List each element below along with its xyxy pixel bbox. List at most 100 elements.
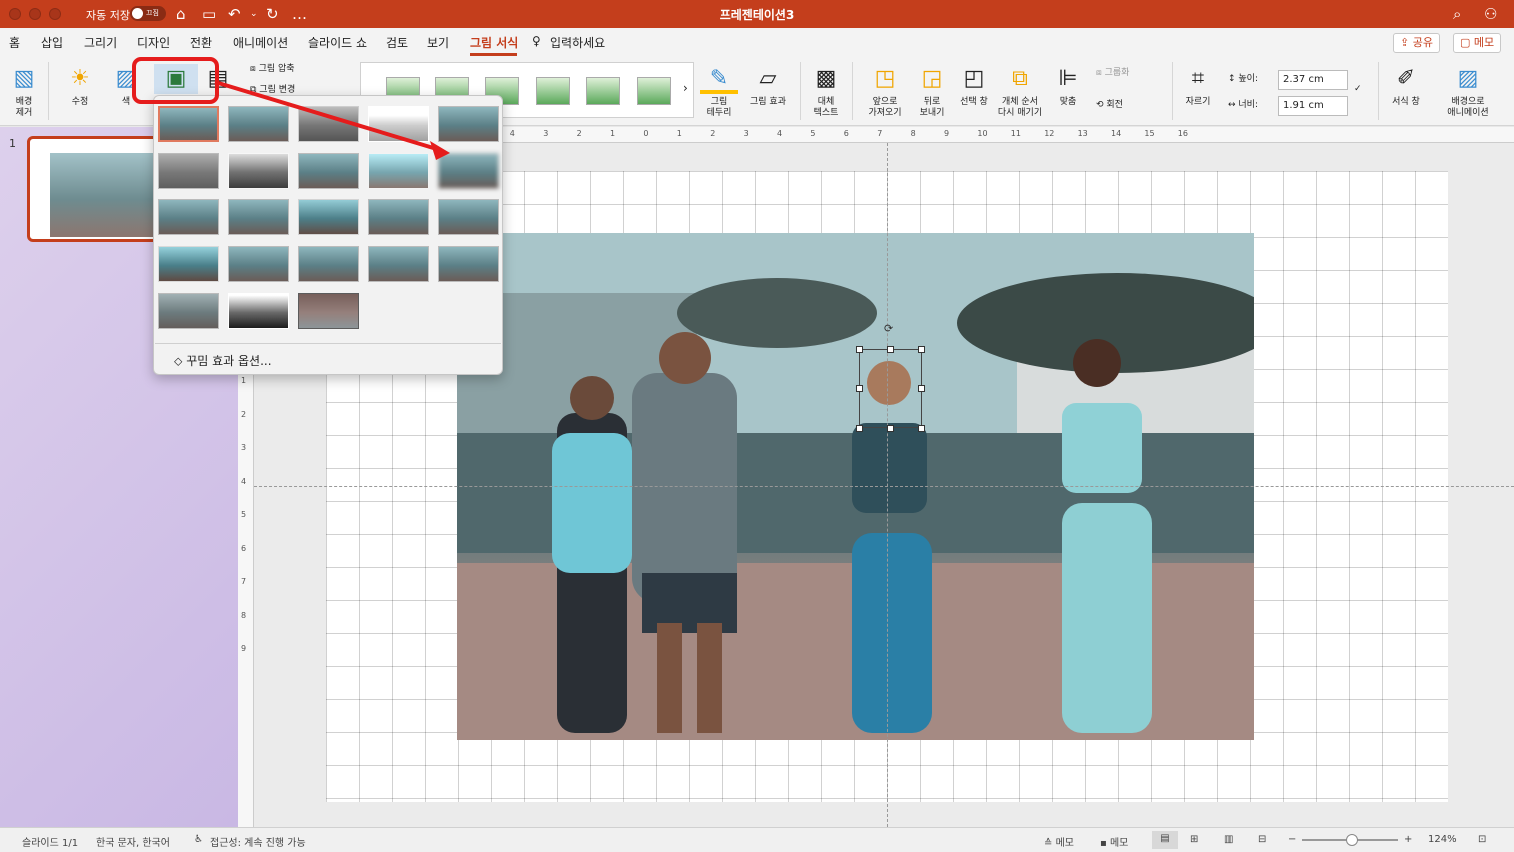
- language-status[interactable]: 한국 문자, 한국어: [96, 834, 170, 849]
- ruler-tick-label: 13: [1077, 129, 1088, 138]
- effect-photocopy[interactable]: [228, 293, 289, 329]
- rotate-button[interactable]: ⟲ 회전: [1096, 100, 1123, 111]
- resize-handle-b[interactable]: [887, 425, 894, 432]
- picture-style-5[interactable]: [586, 77, 620, 105]
- artistic-effects-options[interactable]: ⬦ 꾸밈 효과 옵션...: [174, 352, 272, 369]
- change-picture-icon: ⧉: [250, 85, 260, 95]
- zoom-level[interactable]: 124%: [1428, 834, 1457, 845]
- effect-plastic-wrap[interactable]: [438, 246, 499, 282]
- comments-button[interactable]: ▢ 메모: [1453, 33, 1502, 53]
- tab-draw[interactable]: 그리기: [84, 34, 117, 51]
- fit-to-window-icon[interactable]: ⊡: [1478, 834, 1486, 845]
- picture-style-6[interactable]: [637, 77, 671, 105]
- width-field[interactable]: 1.91 cm: [1278, 96, 1348, 116]
- effect-glow-diffused[interactable]: [368, 153, 429, 189]
- ribbon-tab-bar: 홈 삽입 그리기 디자인 전환 애니메이션 슬라이드 쇼 검토 보기 그림 서식…: [0, 28, 1514, 56]
- crop-icon: ⌗: [1191, 66, 1205, 91]
- effect-texturizer[interactable]: [228, 246, 289, 282]
- vertical-guide[interactable]: [887, 143, 888, 827]
- selection-pane-button[interactable]: ◰ 선택 창: [956, 64, 992, 108]
- effect-paint-brush[interactable]: [298, 153, 359, 189]
- effect-cutout[interactable]: [158, 293, 219, 329]
- tab-view[interactable]: 보기: [427, 34, 449, 51]
- effect-film-grain[interactable]: [298, 199, 359, 235]
- tab-picture-format[interactable]: 그림 서식: [470, 34, 518, 51]
- resize-handle-br[interactable]: [918, 425, 925, 432]
- tab-slideshow[interactable]: 슬라이드 쇼: [308, 34, 367, 51]
- slideshow-icon[interactable]: ⊟: [1258, 834, 1266, 845]
- selected-image-frame[interactable]: [859, 349, 922, 428]
- bring-forward-button[interactable]: ◳ 앞으로 가져오기: [862, 64, 908, 119]
- notes-icon: ≙: [1044, 838, 1056, 849]
- effect-watercolor-sponge[interactable]: [228, 199, 289, 235]
- ruler-tick-label: 1: [241, 376, 247, 385]
- picture-border-button[interactable]: ✎ 그림 테두리: [700, 64, 738, 119]
- chevron-right-icon[interactable]: ›: [683, 81, 688, 95]
- zoom-slider-thumb[interactable]: [1346, 834, 1358, 846]
- crop-button[interactable]: ⌗ 자르기: [1180, 64, 1216, 108]
- effect-none[interactable]: [158, 106, 219, 142]
- picture-effects-button[interactable]: ▱ 그림 효과: [746, 64, 790, 108]
- share-people-icon[interactable]: ⚇: [1484, 4, 1497, 24]
- ruler-tick-label: 9: [944, 129, 950, 138]
- animate-as-background-button[interactable]: ▨ 배경으로 애니메이션: [1440, 64, 1496, 119]
- effect-light-screen[interactable]: [158, 199, 219, 235]
- reorder-objects-button[interactable]: ⧉ 개체 순서 다시 매기기: [994, 64, 1046, 119]
- align-button[interactable]: ⊫ 맞춤: [1050, 64, 1086, 108]
- effect-blur[interactable]: [438, 153, 499, 189]
- resize-handle-tr[interactable]: [918, 346, 925, 353]
- effect-paint-strokes[interactable]: [228, 153, 289, 189]
- reading-view-icon[interactable]: ▥: [1224, 834, 1233, 845]
- alt-text-button[interactable]: ▩ 대체 텍스트: [808, 64, 844, 119]
- height-field[interactable]: 2.37 cm: [1278, 70, 1348, 90]
- effect-mosaic-bubbles[interactable]: [368, 199, 429, 235]
- effect-pencil-sketch[interactable]: [368, 106, 429, 142]
- tab-insert[interactable]: 삽입: [41, 34, 63, 51]
- format-pane-button[interactable]: ✐ 서식 창: [1386, 64, 1426, 108]
- search-icon[interactable]: ⌕: [1453, 4, 1461, 24]
- title-bar: 자동 저장 끄짐 ⌂ ▭ ↶ ⌄ ↻ … 프레젠테이션3 ⌕ ⚇: [0, 0, 1514, 28]
- effect-pastels-smooth[interactable]: [368, 246, 429, 282]
- effect-marker[interactable]: [228, 106, 289, 142]
- ruler-tick-label: 3: [543, 129, 549, 138]
- ruler-tick-label: 1: [610, 129, 616, 138]
- picture-style-4[interactable]: [536, 77, 570, 105]
- ruler-tick-label: 1: [676, 129, 682, 138]
- slide-sorter-icon[interactable]: ⊞: [1190, 834, 1198, 845]
- corrections-button[interactable]: ☀ 수정: [60, 64, 100, 108]
- tab-transitions[interactable]: 전환: [190, 34, 212, 51]
- effect-line-drawing[interactable]: [438, 106, 499, 142]
- effect-glass[interactable]: [438, 199, 499, 235]
- share-button[interactable]: ⇪ 공유: [1393, 33, 1440, 53]
- notes-button[interactable]: ≙ 메모: [1044, 834, 1074, 849]
- resize-handle-t[interactable]: [887, 346, 894, 353]
- rotate-handle-icon[interactable]: ⟳: [884, 322, 893, 335]
- horizontal-guide[interactable]: [254, 486, 1514, 487]
- resize-handle-bl[interactable]: [856, 425, 863, 432]
- tab-design[interactable]: 디자인: [137, 34, 170, 51]
- tell-me-search[interactable]: 입력하세요: [550, 34, 605, 51]
- effect-pencil-grayscale[interactable]: [298, 106, 359, 142]
- picture-effects-icon: ▱: [759, 66, 777, 91]
- zoom-out-button[interactable]: −: [1288, 834, 1296, 845]
- remove-background-button[interactable]: ▧ 배경 제거: [8, 64, 40, 119]
- send-backward-button[interactable]: ◲ 뒤로 보내기: [912, 64, 952, 119]
- group-button[interactable]: ⧈ 그룹화: [1096, 68, 1129, 79]
- thumbnail-photo: [50, 153, 155, 237]
- tab-home[interactable]: 홈: [9, 34, 20, 51]
- lock-aspect-icon[interactable]: ✓: [1354, 84, 1362, 95]
- accessibility-status[interactable]: 접근성: 계속 진행 가능: [210, 834, 306, 849]
- zoom-in-button[interactable]: +: [1404, 834, 1412, 845]
- resize-handle-l[interactable]: [856, 385, 863, 392]
- comments-status-button[interactable]: ▪ 메모: [1100, 834, 1128, 849]
- tab-animations[interactable]: 애니메이션: [233, 34, 288, 51]
- tab-review[interactable]: 검토: [386, 34, 408, 51]
- effect-glow-edges[interactable]: [298, 293, 359, 329]
- resize-handle-r[interactable]: [918, 385, 925, 392]
- normal-view-icon[interactable]: ▤: [1152, 831, 1178, 849]
- effect-cement[interactable]: [158, 246, 219, 282]
- effect-crisscross-etching[interactable]: [298, 246, 359, 282]
- resize-handle-tl[interactable]: [856, 346, 863, 353]
- effect-chalk-sketch[interactable]: [158, 153, 219, 189]
- compress-pictures-button[interactable]: ⧈ 그림 압축: [250, 64, 295, 75]
